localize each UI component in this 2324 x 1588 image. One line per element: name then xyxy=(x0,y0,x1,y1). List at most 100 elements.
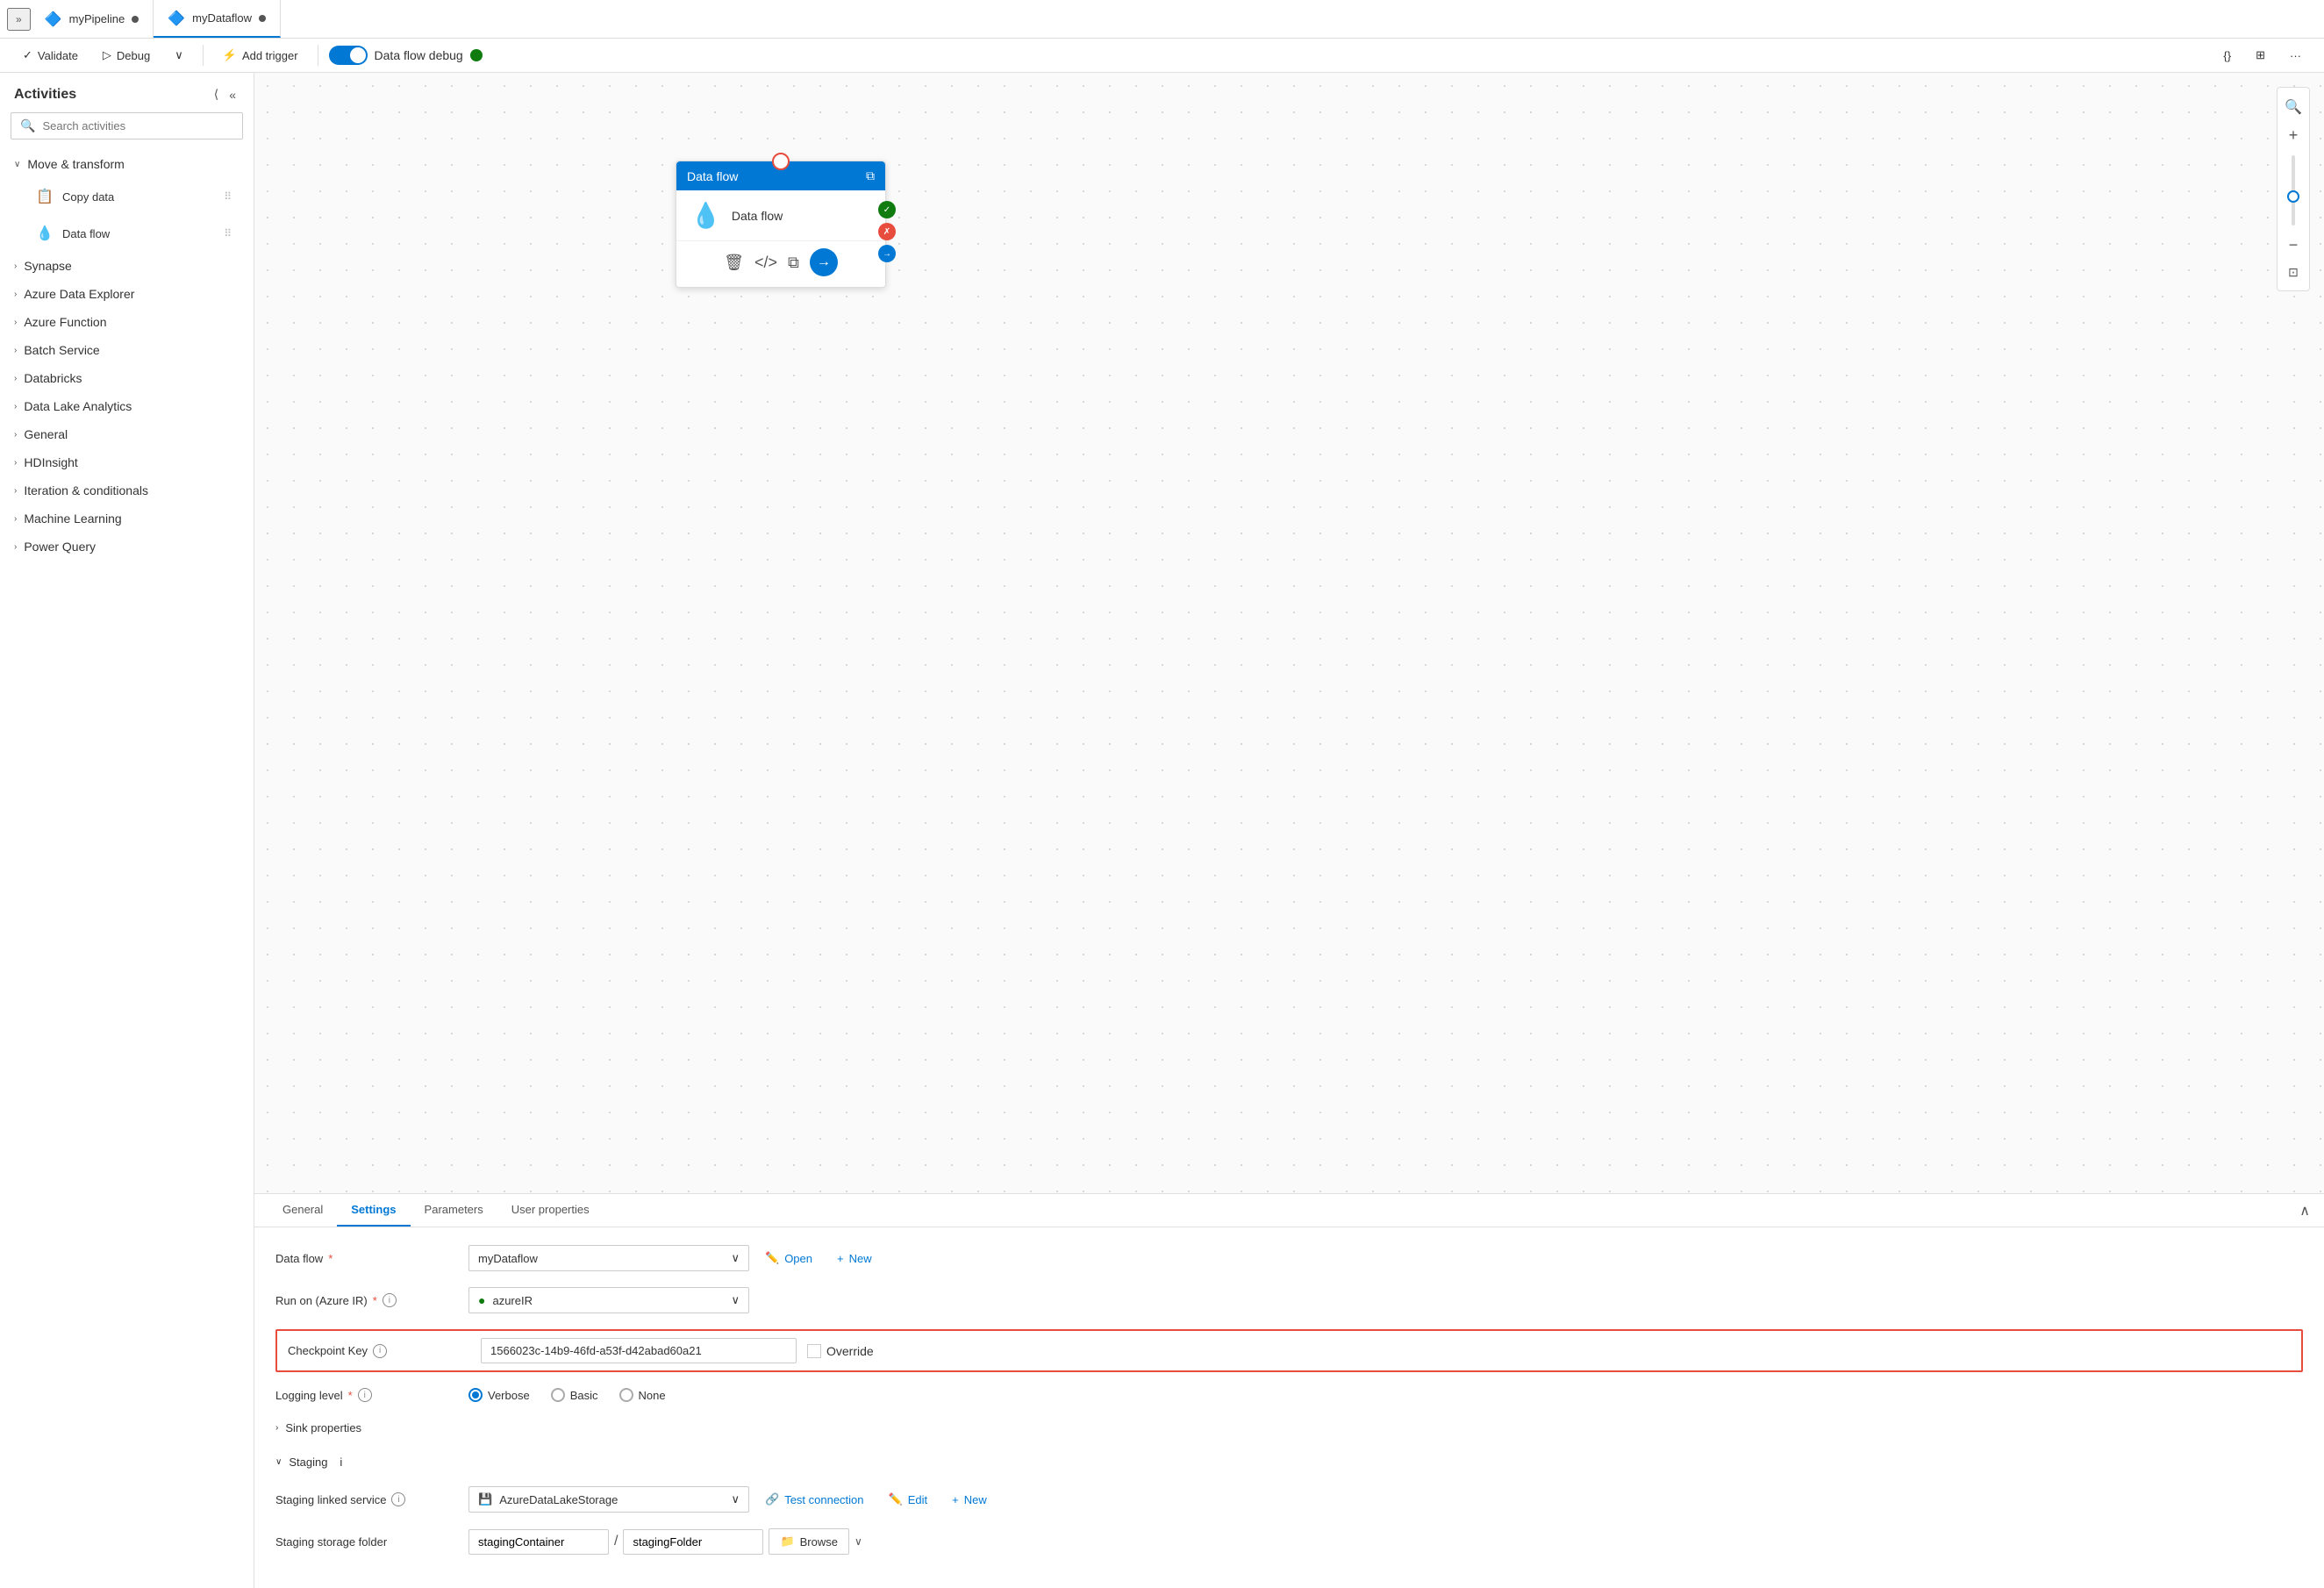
radio-none-label: None xyxy=(639,1389,666,1402)
browse-dropdown-btn[interactable]: ∨ xyxy=(855,1535,862,1548)
zoom-thumb xyxy=(2287,190,2299,203)
sidebar-category-machine-learning[interactable]: › Machine Learning xyxy=(0,504,254,533)
node-code-btn[interactable]: </> xyxy=(754,254,777,272)
panel-collapse-btn[interactable]: ∧ xyxy=(2299,1202,2310,1220)
sidebar-category-ade-label: Azure Data Explorer xyxy=(24,287,134,301)
staging-container-input[interactable] xyxy=(468,1529,609,1555)
tab-general[interactable]: General xyxy=(268,1194,337,1227)
run-on-dropdown[interactable]: ● azureIR ∨ xyxy=(468,1287,749,1313)
sidebar-category-iteration[interactable]: › Iteration & conditionals xyxy=(0,476,254,504)
validate-icon: ✓ xyxy=(23,48,32,62)
staging-folder-input[interactable] xyxy=(623,1529,763,1555)
sidebar-category-hdinsight[interactable]: › HDInsight xyxy=(0,448,254,476)
edit-linked-service-btn[interactable]: ✏️ Edit xyxy=(880,1487,937,1512)
tab-parameters[interactable]: Parameters xyxy=(411,1194,497,1227)
checkpoint-info-icon[interactable]: i xyxy=(373,1344,387,1358)
zoom-slider[interactable] xyxy=(2292,155,2295,225)
chevron-right-icon: › xyxy=(14,374,17,383)
dataflow-dropdown[interactable]: myDataflow ∨ xyxy=(468,1245,749,1271)
debug-dropdown-btn[interactable]: ∨ xyxy=(166,44,192,67)
add-trigger-button[interactable]: ⚡ Add trigger xyxy=(214,44,307,67)
sidebar-category-azure-data-explorer[interactable]: › Azure Data Explorer xyxy=(0,280,254,308)
sidebar-collapse-left-btn[interactable]: ⟨ xyxy=(211,85,222,104)
sidebar-item-copy-data[interactable]: 📋 Copy data ⠿ xyxy=(7,180,247,213)
open-dataflow-btn[interactable]: ✏️ Open xyxy=(756,1246,821,1270)
chevron-down-icon: ∨ xyxy=(14,160,20,169)
canvas-search-btn[interactable]: 🔍 xyxy=(2281,95,2306,119)
run-on-info-icon[interactable]: i xyxy=(383,1293,397,1307)
sidebar-category-synapse[interactable]: › Synapse xyxy=(0,252,254,280)
radio-basic[interactable]: Basic xyxy=(551,1388,598,1402)
chevron-right-icon: › xyxy=(14,430,17,440)
validate-button[interactable]: ✓ Validate xyxy=(14,44,87,67)
staging-linked-service-dropdown[interactable]: 💾 AzureDataLakeStorage ∨ xyxy=(468,1486,749,1513)
debug-button[interactable]: ▷ Debug xyxy=(94,44,159,67)
dataflow-tab-dot xyxy=(259,15,266,22)
search-activities-input[interactable] xyxy=(42,119,233,132)
tab-pipeline[interactable]: 🔷 myPipeline xyxy=(31,0,154,38)
node-skip-indicator: → xyxy=(878,245,896,262)
sidebar-category-general[interactable]: › General xyxy=(0,420,254,448)
logging-label-text: Logging level xyxy=(275,1389,343,1402)
more-options-button[interactable]: ··· xyxy=(2281,45,2310,67)
sidebar-category-databricks[interactable]: › Databricks xyxy=(0,364,254,392)
settings-tab-label: Settings xyxy=(351,1203,396,1216)
node-delete-btn[interactable]: 🗑 xyxy=(724,254,744,272)
run-on-value: azureIR xyxy=(492,1294,533,1307)
staging-header[interactable]: ∨ Staging i xyxy=(275,1452,2303,1472)
zoom-fit-btn[interactable]: ⊡ xyxy=(2285,261,2302,283)
checkpoint-key-input[interactable] xyxy=(481,1338,797,1363)
sidebar-collapse-btn[interactable]: » xyxy=(7,8,31,31)
sidebar-category-azure-function[interactable]: › Azure Function xyxy=(0,308,254,336)
sidebar-category-batch-service[interactable]: › Batch Service xyxy=(0,336,254,364)
sidebar-category-power-query[interactable]: › Power Query xyxy=(0,533,254,561)
node-body-label: Data flow xyxy=(732,209,783,223)
radio-none[interactable]: None xyxy=(619,1388,666,1402)
staging-linked-service-label-text: Staging linked service xyxy=(275,1493,386,1506)
dataflow-tab-icon: 🔷 xyxy=(168,10,185,27)
tab-settings[interactable]: Settings xyxy=(337,1194,410,1227)
test-connection-btn[interactable]: 🔗 Test connection xyxy=(756,1487,873,1512)
browse-btn[interactable]: 📁 Browse xyxy=(769,1528,849,1555)
sidebar: Activities ⟨ « 🔍 ∨ Move & transform 📋 Co… xyxy=(0,73,254,1588)
browse-label: Browse xyxy=(800,1535,838,1549)
chevron-right-icon: › xyxy=(14,402,17,411)
sidebar-category-move-transform[interactable]: ∨ Move & transform xyxy=(0,150,254,178)
copy-data-label: Copy data xyxy=(62,190,114,204)
node-open-btn[interactable]: ⧉ xyxy=(866,168,875,183)
staging-folder-controls: / 📁 Browse ∨ xyxy=(468,1528,862,1555)
table-view-button[interactable]: ⊞ xyxy=(2247,44,2274,67)
chevron-down-icon: ∨ xyxy=(731,1251,740,1265)
node-next-btn[interactable]: → xyxy=(810,248,838,276)
sidebar-category-data-lake-analytics[interactable]: › Data Lake Analytics xyxy=(0,392,254,420)
zoom-out-btn[interactable]: − xyxy=(2282,232,2306,258)
dataflow-node[interactable]: Data flow ⧉ 💧 Data flow 🗑 </> ⧉ → ✓ ✗ → xyxy=(676,161,886,288)
node-copy-btn[interactable]: ⧉ xyxy=(788,254,799,272)
radio-verbose[interactable]: Verbose xyxy=(468,1388,530,1402)
tab-dataflow[interactable]: 🔷 myDataflow xyxy=(154,0,281,38)
radio-basic-label: Basic xyxy=(570,1389,598,1402)
tab-user-properties[interactable]: User properties xyxy=(497,1194,604,1227)
new-linked-service-btn[interactable]: + New xyxy=(943,1488,996,1512)
staging-linked-info-icon[interactable]: i xyxy=(391,1492,405,1506)
override-checkbox[interactable] xyxy=(807,1344,821,1358)
run-on-field-label: Run on (Azure IR) * i xyxy=(275,1293,468,1307)
staging-info-icon[interactable]: i xyxy=(340,1456,342,1469)
edit-label: Edit xyxy=(908,1493,927,1506)
sidebar-item-data-flow[interactable]: 💧 Data flow ⠿ xyxy=(7,217,247,250)
override-container: Override xyxy=(807,1344,874,1358)
logging-info-icon[interactable]: i xyxy=(358,1388,372,1402)
data-flow-debug-toggle[interactable] xyxy=(329,46,368,65)
settings-content: Data flow * myDataflow ∨ ✏️ Open xyxy=(254,1227,2324,1588)
sink-properties-header[interactable]: › Sink properties xyxy=(275,1418,2303,1438)
canvas[interactable]: Data flow ⧉ 💧 Data flow 🗑 </> ⧉ → ✓ ✗ → xyxy=(254,73,2324,1193)
data-flow-icon: 💧 xyxy=(36,225,54,242)
code-button[interactable]: {} xyxy=(2214,45,2240,67)
zoom-in-btn[interactable]: + xyxy=(2282,123,2306,148)
radio-verbose-label: Verbose xyxy=(488,1389,530,1402)
new-dataflow-btn[interactable]: + New xyxy=(828,1247,881,1270)
checkpoint-key-label-text: Checkpoint Key xyxy=(288,1344,368,1357)
chevron-down-icon: ∨ xyxy=(175,48,183,62)
sidebar-collapse-btn2[interactable]: « xyxy=(225,85,240,104)
edit-icon: ✏️ xyxy=(889,1492,903,1506)
